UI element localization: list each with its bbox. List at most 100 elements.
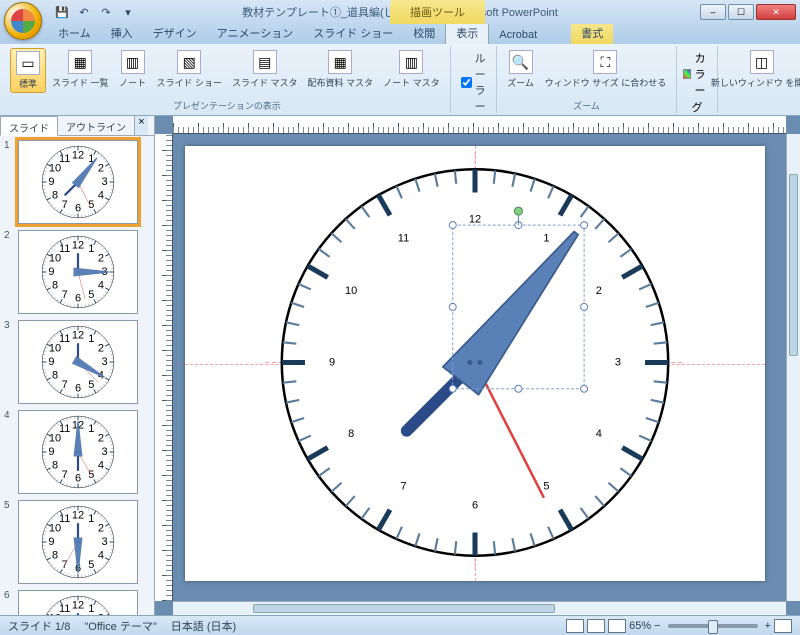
svg-text:5: 5 xyxy=(543,480,549,492)
svg-text:9: 9 xyxy=(329,356,335,368)
maximize-button[interactable]: ☐ xyxy=(728,4,754,20)
tab-review[interactable]: 校閲 xyxy=(403,22,445,44)
svg-text:1: 1 xyxy=(88,243,94,255)
svg-text:3: 3 xyxy=(101,536,107,548)
newwindow-icon: ◫ xyxy=(750,50,774,74)
slide-canvas[interactable]: 121234567891011 xyxy=(185,146,765,581)
svg-text:7: 7 xyxy=(62,289,68,301)
svg-text:11: 11 xyxy=(59,333,70,345)
svg-text:8: 8 xyxy=(52,459,58,471)
svg-text:9: 9 xyxy=(48,176,54,188)
quick-access-toolbar: 💾 ↶ ↷ ▾ xyxy=(52,2,138,22)
svg-text:4: 4 xyxy=(98,279,104,291)
view-slidesorter-button[interactable]: ▦スライド 一覧 xyxy=(48,48,113,91)
horizontal-scrollbar[interactable] xyxy=(173,601,786,615)
slide-panel: スライド アウトライン × 1 121234567891011 2 121234… xyxy=(0,116,155,615)
svg-text:1: 1 xyxy=(88,603,94,615)
zoom-percent[interactable]: 65% xyxy=(629,620,651,632)
zoom-button[interactable]: 🔍ズーム xyxy=(503,48,539,91)
view-slideshow-button[interactable]: ▧スライド ショー xyxy=(153,48,227,91)
ribbon-tabs: ホーム 挿入 デザイン アニメーション スライド ショー 校閲 表示 Acrob… xyxy=(0,24,800,44)
fit-to-window-icon[interactable] xyxy=(774,619,792,633)
tab-slideshow[interactable]: スライド ショー xyxy=(303,22,403,44)
svg-text:6: 6 xyxy=(75,203,81,215)
slidemaster-icon: ▤ xyxy=(253,50,277,74)
handoutmaster-icon: ▦ xyxy=(328,50,352,74)
svg-text:3: 3 xyxy=(101,446,107,458)
svg-text:2: 2 xyxy=(98,343,104,355)
notes-icon: ▥ xyxy=(121,50,145,74)
thumbnail-4[interactable]: 121234567891011 xyxy=(18,410,138,494)
zoom-in-button[interactable]: + xyxy=(765,620,771,632)
zoom-out-button[interactable]: − xyxy=(654,620,660,632)
thumbnail-3[interactable]: 121234567891011 xyxy=(18,320,138,404)
handout-master-button[interactable]: ▦配布資料 マスタ xyxy=(304,48,378,91)
notes-master-button[interactable]: ▥ノート マスタ xyxy=(379,48,444,91)
view-normal-button[interactable]: ▭標準 xyxy=(10,48,46,93)
save-icon[interactable]: 💾 xyxy=(52,2,72,22)
undo-icon[interactable]: ↶ xyxy=(74,2,94,22)
svg-text:7: 7 xyxy=(62,379,68,391)
normal-view-icon[interactable] xyxy=(566,619,584,633)
svg-text:8: 8 xyxy=(52,189,58,201)
svg-text:3: 3 xyxy=(615,356,621,368)
tab-acrobat[interactable]: Acrobat xyxy=(489,26,547,44)
svg-text:4: 4 xyxy=(98,549,104,561)
tab-home[interactable]: ホーム xyxy=(48,22,101,44)
thumbnail-6[interactable]: 121234567891011 xyxy=(18,590,138,615)
canvas-area: 121234567891011 xyxy=(155,116,800,615)
zoom-slider[interactable] xyxy=(668,624,758,628)
qat-more-icon[interactable]: ▾ xyxy=(118,2,138,22)
svg-text:6: 6 xyxy=(75,473,81,485)
zoom-icon: 🔍 xyxy=(509,50,533,74)
svg-text:4: 4 xyxy=(596,427,602,439)
svg-text:1: 1 xyxy=(88,333,94,345)
tab-format[interactable]: 書式 xyxy=(571,22,613,44)
svg-text:2: 2 xyxy=(98,253,104,265)
panel-close-icon[interactable]: × xyxy=(134,116,148,135)
svg-text:12: 12 xyxy=(469,213,481,225)
close-button[interactable]: ✕ xyxy=(756,4,796,20)
view-notes-button[interactable]: ▥ノート xyxy=(115,48,151,91)
ribbon: ▭標準 ▦スライド 一覧 ▥ノート ▧スライド ショー ▤スライド マスタ ▦配… xyxy=(0,44,800,116)
svg-text:2: 2 xyxy=(98,163,104,175)
horizontal-ruler[interactable] xyxy=(173,116,786,134)
thumbnail-list[interactable]: 1 121234567891011 2 121234567891011 3 12… xyxy=(0,136,154,615)
tab-design[interactable]: デザイン xyxy=(143,22,207,44)
thumbnail-2[interactable]: 121234567891011 xyxy=(18,230,138,314)
slides-tab[interactable]: スライド xyxy=(0,116,58,136)
ruler-checkbox[interactable]: ルーラー xyxy=(461,50,486,114)
svg-text:2: 2 xyxy=(596,285,602,297)
svg-text:3: 3 xyxy=(101,356,107,368)
slide-master-button[interactable]: ▤スライド マスタ xyxy=(228,48,302,91)
svg-text:5: 5 xyxy=(88,289,94,301)
vertical-scrollbar[interactable] xyxy=(786,134,800,601)
fit-window-button[interactable]: ⛶ウィンドウ サイズ に合わせる xyxy=(541,48,671,91)
svg-text:11: 11 xyxy=(59,243,70,255)
redo-icon[interactable]: ↷ xyxy=(96,2,116,22)
vertical-ruler[interactable] xyxy=(155,134,173,601)
status-language[interactable]: 日本語 (日本) xyxy=(171,618,236,634)
thumbnail-5[interactable]: 121234567891011 xyxy=(18,500,138,584)
slideshow-view-icon[interactable] xyxy=(608,619,626,633)
sorter-view-icon[interactable] xyxy=(587,619,605,633)
color-mode-color[interactable]: カラー xyxy=(683,50,711,98)
thumbnail-1[interactable]: 121234567891011 xyxy=(18,140,138,224)
svg-text:12: 12 xyxy=(72,239,84,251)
sorter-icon: ▦ xyxy=(68,50,92,74)
new-window-button[interactable]: ◫新しいウィンドウ を開く xyxy=(724,48,799,91)
minimize-button[interactable]: – xyxy=(700,4,726,20)
svg-text:12: 12 xyxy=(72,509,84,521)
svg-text:5: 5 xyxy=(88,199,94,211)
status-bar: スライド 1/8 "Office テーマ" 日本語 (日本) 65% − + xyxy=(0,615,800,635)
outline-tab[interactable]: アウトライン xyxy=(58,116,134,135)
svg-text:1: 1 xyxy=(543,232,549,244)
group-presentation-views: プレゼンテーションの表示 xyxy=(10,98,444,113)
svg-text:11: 11 xyxy=(59,603,70,615)
tab-view[interactable]: 表示 xyxy=(445,21,489,44)
svg-text:11: 11 xyxy=(59,513,70,525)
tab-insert[interactable]: 挿入 xyxy=(101,22,143,44)
svg-text:8: 8 xyxy=(52,369,58,381)
tab-anim[interactable]: アニメーション xyxy=(207,22,304,44)
office-button[interactable] xyxy=(4,2,42,40)
